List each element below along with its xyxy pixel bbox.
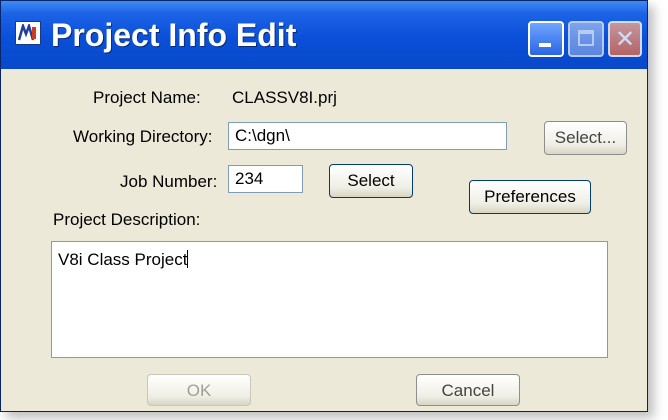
title-bar[interactable]: Project Info Edit ✕ — [1, 1, 647, 69]
working-directory-input[interactable]: C:\dgn\ — [228, 122, 507, 150]
working-directory-label: Working Directory: — [73, 127, 213, 146]
text-caret — [187, 250, 189, 268]
window-title: Project Info Edit — [51, 17, 297, 53]
ok-button: OK — [147, 374, 251, 406]
project-description-textarea[interactable]: V8i Class Project — [51, 241, 608, 358]
project-info-dialog: Project Info Edit ✕ Project Name: CLASSV… — [0, 0, 648, 412]
job-number-select-button[interactable]: Select — [329, 164, 413, 198]
cancel-button[interactable]: Cancel — [416, 374, 520, 406]
job-number-input[interactable]: 234 — [228, 165, 303, 193]
job-number-label: Job Number: — [120, 172, 218, 191]
microstation-icon[interactable] — [15, 21, 41, 45]
maximize-icon — [568, 21, 604, 57]
close-icon: ✕ — [608, 21, 642, 57]
working-directory-select-button[interactable]: Select... — [544, 121, 627, 155]
preferences-button[interactable]: Preferences — [469, 180, 591, 214]
project-description-text: V8i Class Project — [58, 250, 188, 269]
minimize-icon[interactable] — [528, 21, 564, 57]
project-description-label: Project Description: — [53, 210, 201, 229]
project-name-label: Project Name: — [93, 88, 201, 107]
project-name-value: CLASSV8I.prj — [232, 88, 337, 107]
